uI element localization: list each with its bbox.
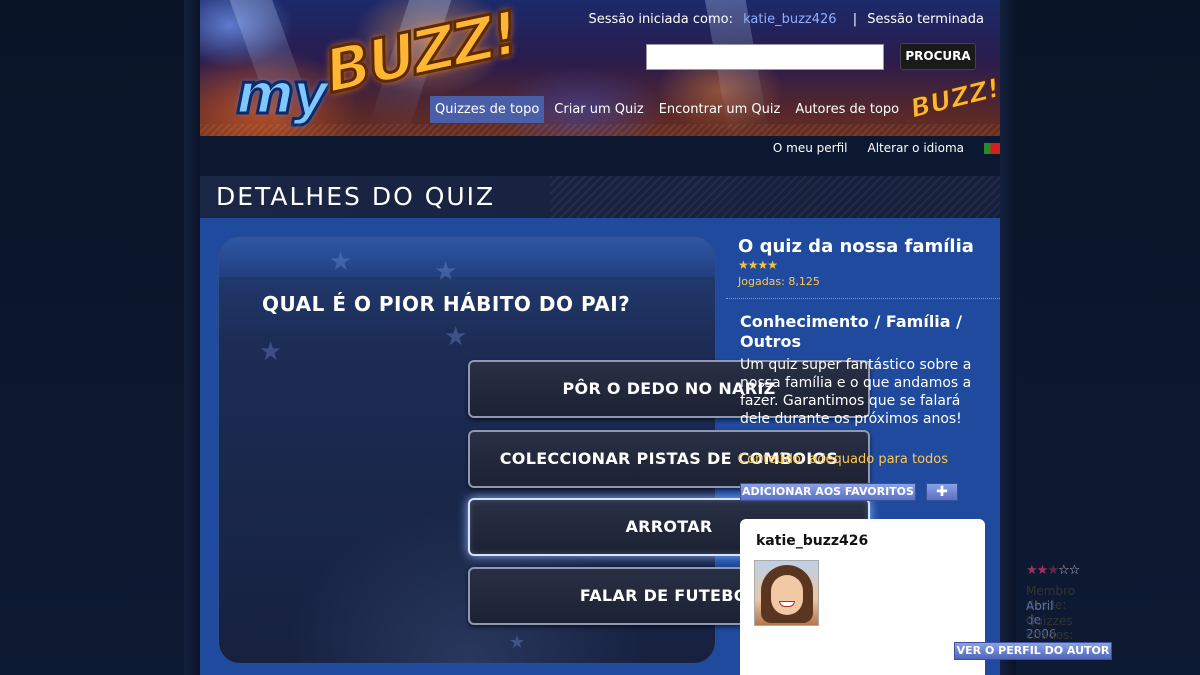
search-button[interactable]: PROCURA (900, 43, 976, 70)
author-avatar[interactable] (754, 560, 819, 626)
panel-top-band (219, 237, 715, 277)
quizzes-created-label: Quizzes criados: (1026, 614, 1074, 642)
author-name: katie_buzz426 (756, 533, 869, 549)
main-nav: Quizzes de topo Criar um Quiz Encontrar … (430, 96, 909, 123)
quiz-description: Um quiz super fantástico sobre a nossa f… (740, 357, 972, 427)
session-username-link[interactable]: katie_buzz426 (743, 12, 836, 27)
session-separator: | (852, 12, 858, 27)
flag-icon (984, 143, 1000, 154)
author-stars-empty: ☆☆ (1057, 563, 1080, 578)
quiz-question: QUAL É O PIOR HÁBITO DO PAI? (262, 292, 631, 316)
content-rating: Conteúdo: adequado para todos (738, 452, 949, 467)
logo-my: my (235, 61, 331, 129)
nav-create-quiz[interactable]: Criar um Quiz (549, 96, 648, 123)
star-decoration-icon: ★ (434, 257, 458, 287)
buzz-small-logo: BUZZ! (907, 73, 1000, 125)
logout-link[interactable]: Sessão terminada (867, 12, 984, 27)
plus-icon[interactable]: ✚ (926, 483, 958, 501)
quiz-play-count: Jogadas: 8,125 (738, 275, 820, 288)
sub-nav: O meu perfil Alterar o idioma (753, 141, 1000, 155)
avatar-face (771, 575, 803, 615)
nav-top-authors[interactable]: Autores de topo (790, 96, 904, 123)
session-info: Sessão iniciada como: katie_buzz426 | Se… (588, 12, 984, 27)
view-author-profile-button[interactable]: VER O PERFIL DO AUTOR (954, 642, 1112, 660)
star-decoration-icon: ★ (444, 322, 468, 352)
quiz-title: O quiz da nossa família (738, 236, 974, 257)
my-profile-link[interactable]: O meu perfil (773, 141, 848, 155)
author-rating-stars: ★★★☆☆ (1026, 563, 1080, 578)
info-divider (726, 298, 1000, 299)
star-decoration-icon: ★ (329, 247, 353, 277)
page-title: DETALHES DO QUIZ (216, 182, 496, 211)
author-stars-filled: ★★ (1026, 563, 1048, 578)
nav-find-quiz[interactable]: Encontrar um Quiz (654, 96, 786, 123)
star-decoration-icon: ★ (259, 337, 283, 367)
change-language-link[interactable]: Alterar o idioma (867, 141, 1000, 155)
add-to-favorites-button[interactable]: ADICIONAR AOS FAVORITOS (740, 483, 916, 501)
search-input[interactable] (646, 44, 884, 70)
session-label: Sessão iniciada como: (588, 12, 733, 27)
logo-buzz: BUZZ! (317, 0, 524, 109)
quiz-rating-stars: ★★★★ (738, 258, 778, 272)
page-margin-left (0, 0, 200, 675)
author-stars-half: ★ (1047, 563, 1059, 578)
nav-top-quizzes[interactable]: Quizzes de topo (430, 96, 545, 123)
quiz-category: Conhecimento / Família / Outros (740, 312, 962, 351)
site-header: my BUZZ! Sessão iniciada como: katie_buz… (200, 0, 1000, 136)
page: my BUZZ! Sessão iniciada como: katie_buz… (200, 0, 1112, 675)
star-decoration-icon: ★ (509, 632, 526, 653)
change-language-label: Alterar o idioma (867, 141, 965, 155)
